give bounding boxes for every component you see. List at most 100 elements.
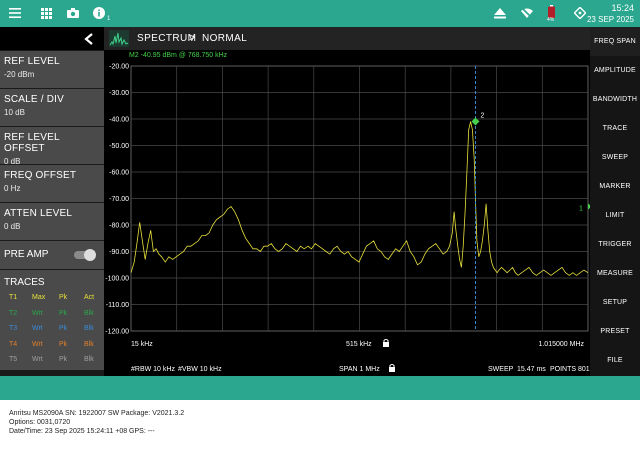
pre-amp-row: PRE AMP xyxy=(0,241,104,269)
trace-row[interactable]: T3 Wrt Pk Blk xyxy=(0,321,104,337)
param-label: FREQ OFFSET xyxy=(4,170,77,181)
trace-row[interactable]: T2 Wrt Pk Blk xyxy=(0,306,104,322)
y-tick-label: -20.00 xyxy=(109,64,129,71)
trace-row[interactable]: T1 Max Pk Act xyxy=(0,290,104,306)
trace-id: T2 xyxy=(9,309,18,317)
spectrum-icon[interactable] xyxy=(109,30,129,47)
y-tick-label: -90.00 xyxy=(109,249,129,256)
device-info: Anritsu MS2090A SN: 1922007 SW Package: … xyxy=(9,409,184,436)
menu-file[interactable]: FILE xyxy=(590,346,640,375)
y-tick-label: -100.00 xyxy=(105,276,129,283)
menu-trigger[interactable]: TRIGGER xyxy=(590,230,640,259)
menu-bandwidth[interactable]: BANDWIDTH xyxy=(590,85,640,114)
trace-mode: Wrt xyxy=(32,325,43,333)
trace-row[interactable]: T5 Wrt Pk Blk xyxy=(0,352,104,368)
param-label: SCALE / DIV xyxy=(4,94,64,105)
trace-mode: Wrt xyxy=(32,340,43,348)
traces-title: TRACES xyxy=(4,277,45,288)
trace-row[interactable]: T6WrtPkBlk xyxy=(0,368,104,371)
eject-icon[interactable] xyxy=(494,5,506,21)
pre-amp-toggle-knob xyxy=(84,249,96,261)
wifi-off-icon[interactable] xyxy=(520,5,534,21)
ref-marker-label: 1 xyxy=(579,205,583,212)
spectrum-plot[interactable]: -20.00 -30.00 -40.00 -50.00 -60.00 -70.00 -80.… xyxy=(104,50,590,376)
menu-preset[interactable]: PRESET xyxy=(590,317,640,346)
y-tick-label: -70.00 xyxy=(109,196,129,203)
amplitude-panel: REF LEVEL -20 dBm SCALE / DIV 10 dB REF … xyxy=(0,27,104,376)
trace-mode: Max xyxy=(32,294,46,302)
center-lock-icon xyxy=(383,342,389,347)
y-tick-label: -40.00 xyxy=(109,117,129,124)
trace-id: T5 xyxy=(9,356,18,364)
spectrum-display: SPECTRUM > NORMAL -20.00 -30.00 -40.00 -50.… xyxy=(104,27,590,376)
scale-div-param[interactable]: SCALE / DIV 10 dB xyxy=(0,89,104,126)
main-menu: FREQ SPAN AMPLITUDE BANDWIDTH TRACE SWEEP MAR… xyxy=(590,27,640,376)
menu-trace[interactable]: TRACE xyxy=(590,114,640,143)
rbw-value: #RBW 10 kHz xyxy=(131,366,175,373)
marker-readout: M2 -40.95 dBm @ 768.750 kHz xyxy=(129,52,228,59)
trace-det: Pk xyxy=(59,356,68,364)
menu-sweep[interactable]: SWEEP xyxy=(590,143,640,172)
trace-det: Pk xyxy=(59,309,68,317)
menu-measure[interactable]: MEASURE xyxy=(590,259,640,288)
y-tick-label: -110.00 xyxy=(106,302,129,309)
breadcrumb: SPECTRUM > NORMAL xyxy=(104,27,590,50)
menu-amplitude[interactable]: AMPLITUDE xyxy=(590,56,640,85)
ref-level-offset-param[interactable]: REF LEVEL OFFSET 0 dB xyxy=(0,127,104,166)
grid-icon[interactable] xyxy=(41,5,52,21)
menu-icon[interactable] xyxy=(9,5,21,21)
trace-det: Pk xyxy=(59,340,68,348)
traces-table[interactable]: TRACES T1 Max Pk Act T2 Wrt Pk Blk T3 Wrt Pk Blk T4 W… xyxy=(0,270,104,370)
span-value: SPAN 1 MHz xyxy=(339,366,380,373)
breadcrumb-separator: > xyxy=(189,32,196,44)
clock: 15:24 23 SEP 2025 xyxy=(587,3,634,25)
freq-offset-param[interactable]: FREQ OFFSET 0 Hz xyxy=(0,165,104,202)
datetime-line: Date/Time: 23 Sep 2025 15:24:11 +08 GPS:… xyxy=(9,428,155,435)
atten-level-param[interactable]: ATTEN LEVEL 0 dB xyxy=(0,203,104,240)
battery-percent: 4% xyxy=(547,17,555,23)
back-button[interactable] xyxy=(0,27,104,50)
bottom-bar xyxy=(0,376,640,400)
param-value: 10 dB xyxy=(4,108,25,117)
start-freq: 15 kHz xyxy=(131,341,153,348)
center-freq: 515 kHz xyxy=(346,341,372,348)
breadcrumb-submode[interactable]: NORMAL xyxy=(202,33,247,44)
trace-state: Blk xyxy=(84,309,94,317)
pre-amp-label: PRE AMP xyxy=(4,249,49,260)
trace-row[interactable]: T4 Wrt Pk Blk xyxy=(0,337,104,353)
notification-count: 1 xyxy=(107,16,111,22)
sweep-label: SWEEP xyxy=(488,366,514,373)
trace-state: Blk xyxy=(84,356,94,364)
menu-setup[interactable]: SETUP xyxy=(590,288,640,317)
status-bar: 1 4% 15:24 23 SEP 2025 xyxy=(0,0,640,27)
menu-marker[interactable]: MARKER xyxy=(590,172,640,201)
param-label: REF LEVEL OFFSET xyxy=(4,132,60,154)
y-tick-label: -30.00 xyxy=(109,90,129,97)
y-tick-label: -60.00 xyxy=(109,170,129,177)
trace-det: Pk xyxy=(59,294,68,302)
param-value: -20 dBm xyxy=(4,70,35,79)
options-line: Options: 0031,0720 xyxy=(9,419,71,426)
y-tick-label: -50.00 xyxy=(109,143,129,150)
points-value: POINTS 801 xyxy=(550,366,590,373)
trace-mode: Wrt xyxy=(32,309,43,317)
span-lock-icon xyxy=(389,367,395,372)
trace-id: T4 xyxy=(9,340,18,348)
clock-time: 15:24 xyxy=(611,3,634,13)
trace-state: Act xyxy=(84,294,95,302)
trace-det: Pk xyxy=(59,325,68,333)
menu-freq-span[interactable]: FREQ SPAN xyxy=(590,27,640,56)
device-info-line: Anritsu MS2090A SN: 1922007 SW Package: … xyxy=(9,410,185,417)
ref-level-param[interactable]: REF LEVEL -20 dBm xyxy=(0,51,104,88)
camera-icon[interactable] xyxy=(67,5,79,21)
y-tick-label: -80.00 xyxy=(109,223,129,230)
breadcrumb-mode[interactable]: SPECTRUM xyxy=(137,33,196,44)
vbw-value: #VBW 10 kHz xyxy=(178,366,222,373)
clock-date: 23 SEP 2025 xyxy=(586,15,634,24)
info-icon[interactable] xyxy=(93,5,105,21)
rotate-icon[interactable] xyxy=(574,5,586,21)
param-label: REF LEVEL xyxy=(4,56,60,67)
trace-mode: Wrt xyxy=(32,356,43,364)
trace-state: Blk xyxy=(84,325,94,333)
menu-limit[interactable]: LIMIT xyxy=(590,201,640,230)
